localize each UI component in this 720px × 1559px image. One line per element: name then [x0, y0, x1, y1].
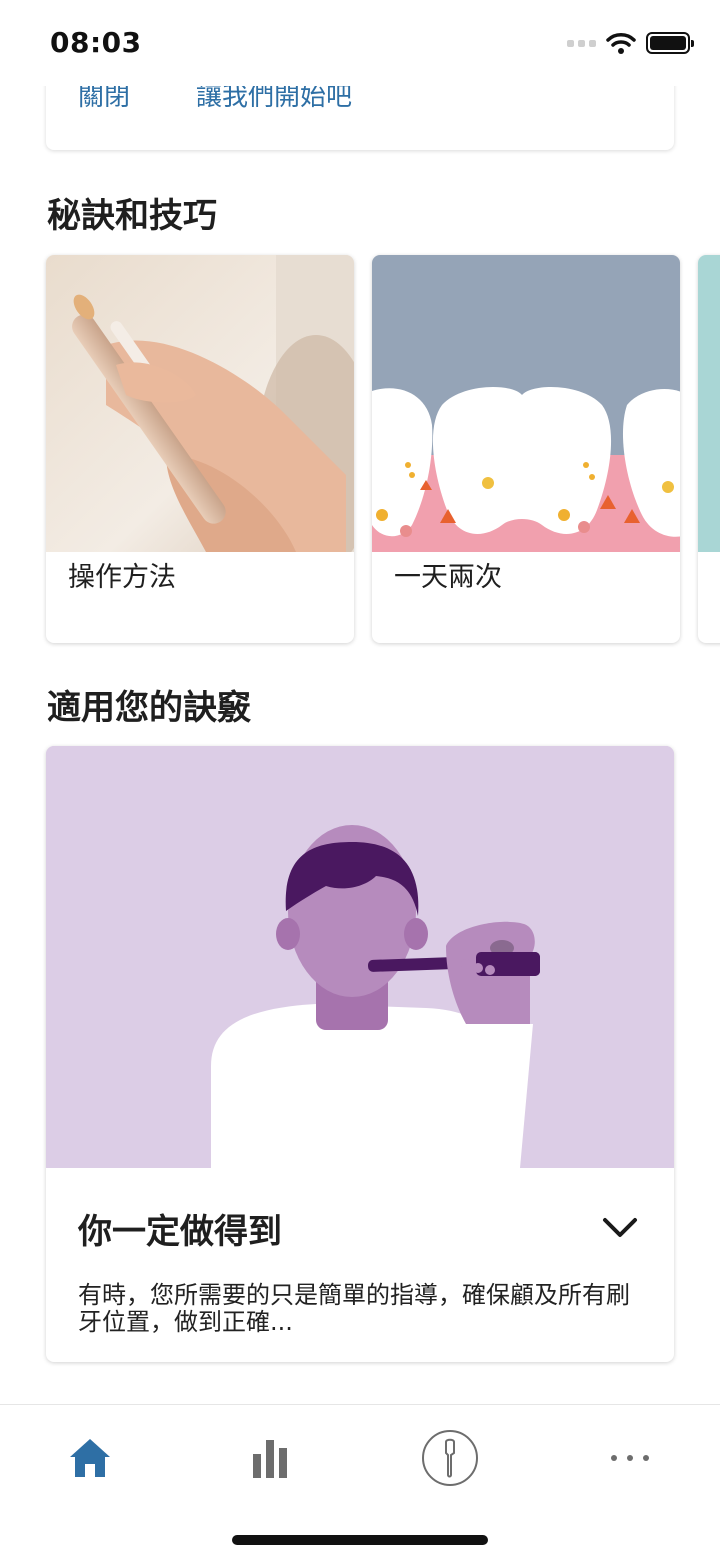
tip-card-partial[interactable]	[698, 255, 720, 643]
tip-card-image-partial	[698, 255, 720, 552]
battery-icon	[646, 32, 694, 54]
status-bar: 08:03	[0, 0, 720, 86]
personal-tip-description: 有時，您所需要的只是簡單的指導，確保顧及所有刷牙位置，做到正確...	[78, 1281, 630, 1336]
personal-tips-section-title: 適用您的訣竅	[47, 688, 251, 728]
tip-card-label: 操作方法	[68, 562, 176, 593]
tip-card-image-toothbrush	[46, 255, 354, 552]
personal-tip-title: 你一定做得到	[78, 1212, 282, 1252]
home-scroll-view[interactable]: 關閉 讓我們開始吧 秘訣和技巧 操作方法 一天兩次 適用您的訣竅 你一定做得到 …	[0, 0, 720, 1404]
home-icon	[70, 1439, 110, 1477]
tip-card-label: 一天兩次	[394, 562, 502, 593]
personal-tip-card[interactable]: 你一定做得到 有時，您所需要的只是簡單的指導，確保顧及所有刷牙位置，做到正確..…	[46, 746, 674, 1362]
tab-statistics[interactable]	[234, 1427, 306, 1489]
tip-card-how-to[interactable]: 操作方法	[46, 255, 354, 643]
brushing-illustration	[46, 746, 674, 1168]
tab-home[interactable]	[54, 1427, 126, 1489]
tips-section-title: 秘訣和技巧	[47, 196, 217, 236]
wifi-icon	[606, 33, 636, 54]
tab-bar	[0, 1404, 720, 1559]
home-indicator	[232, 1535, 488, 1545]
status-icons	[567, 30, 694, 56]
cellular-signal-icon	[567, 39, 596, 47]
more-icon	[611, 1455, 649, 1461]
tab-brush-head[interactable]	[414, 1427, 486, 1489]
brush-head-icon	[422, 1430, 478, 1486]
chevron-down-icon[interactable]	[602, 1216, 638, 1240]
tab-more[interactable]	[594, 1427, 666, 1489]
status-time: 08:03	[50, 26, 142, 59]
bar-chart-icon	[253, 1440, 287, 1478]
tip-card-image-teeth	[372, 255, 680, 552]
tip-card-twice-a-day[interactable]: 一天兩次	[372, 255, 680, 643]
